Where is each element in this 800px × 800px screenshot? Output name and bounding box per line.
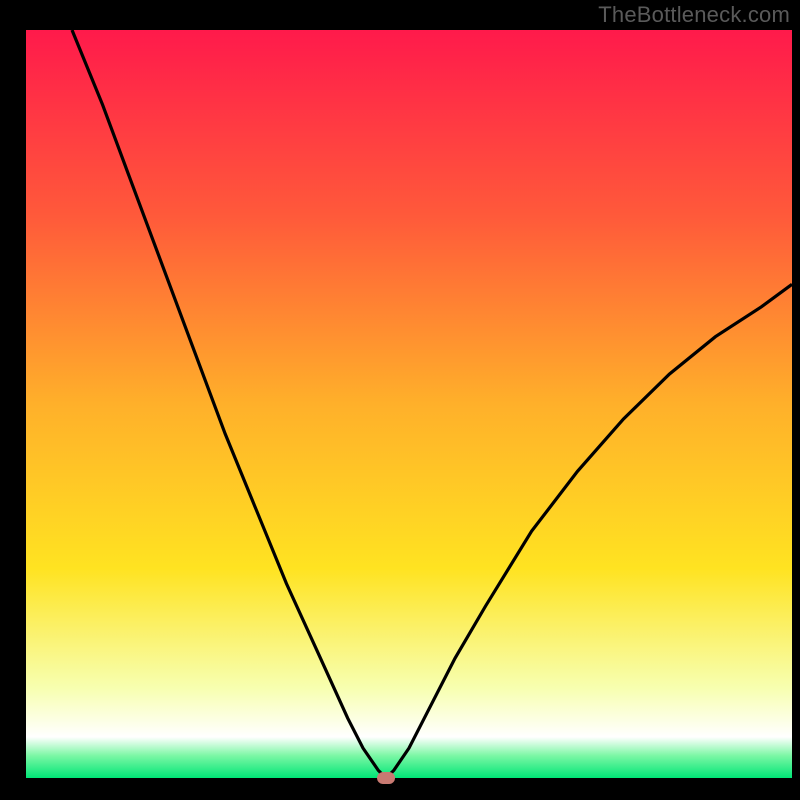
watermark-text: TheBottleneck.com [598,2,790,28]
chart-frame: TheBottleneck.com [0,0,800,800]
minimum-marker [377,772,395,784]
bottleneck-chart [0,0,800,800]
